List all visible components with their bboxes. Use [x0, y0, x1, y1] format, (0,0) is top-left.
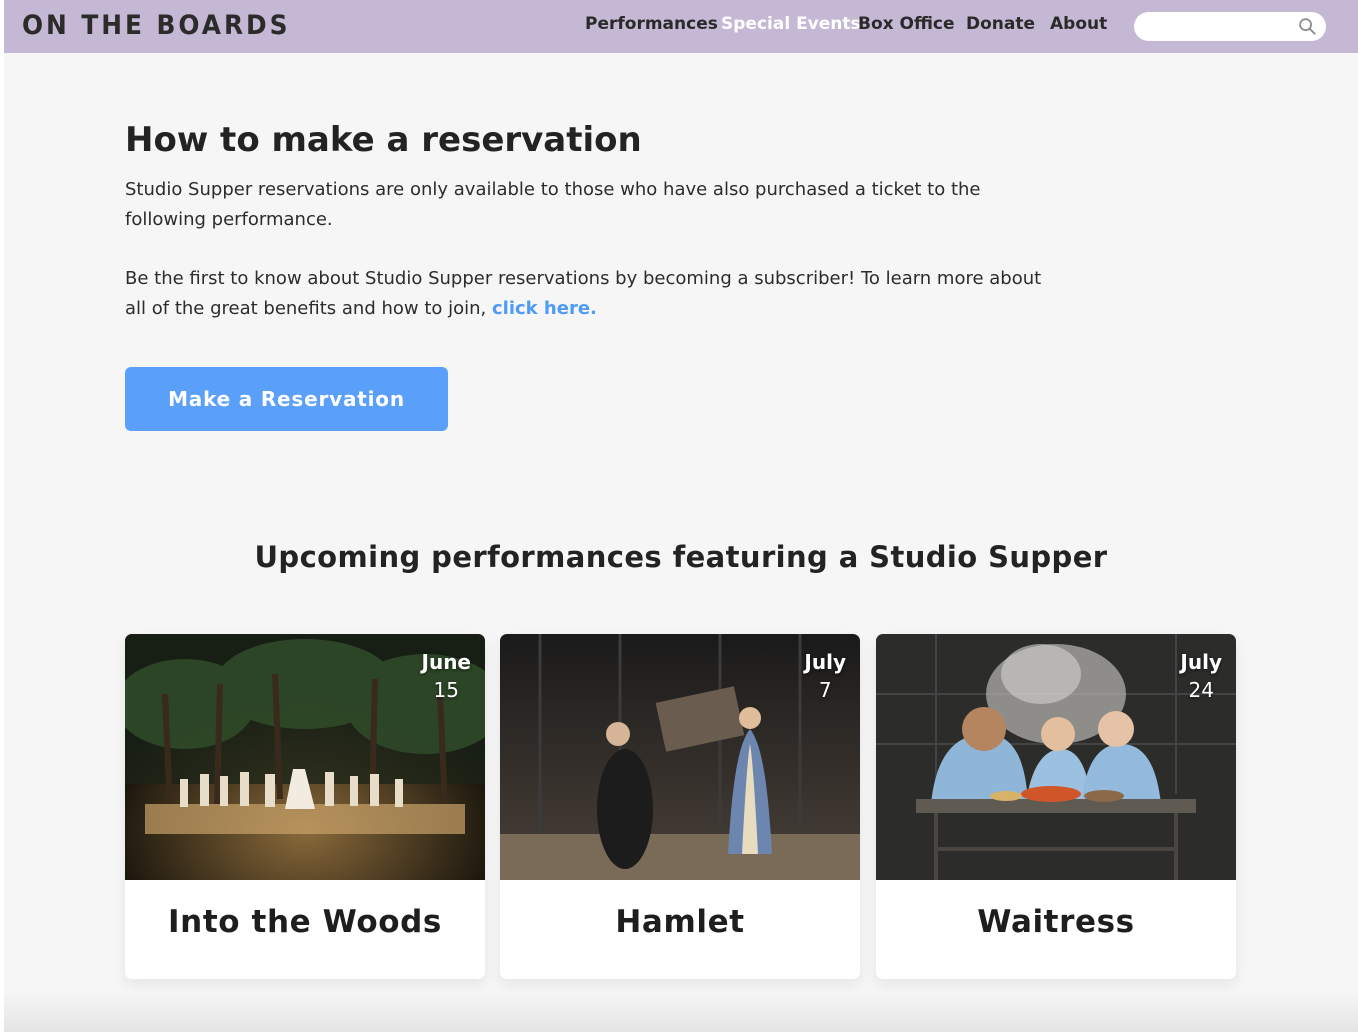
performance-card-waitress[interactable]: July 24 Waitress: [876, 634, 1236, 979]
performance-photo: July 24: [876, 634, 1236, 880]
search-box: [1134, 12, 1326, 41]
date-day: 24: [1188, 678, 1214, 702]
performance-date: July 7: [804, 650, 846, 702]
reservation-paragraph: Studio Supper reservations are only avai…: [125, 179, 981, 230]
nav-box-office[interactable]: Box Office: [858, 14, 955, 34]
make-reservation-button[interactable]: Make a Reservation: [125, 367, 448, 431]
search-input[interactable]: [1146, 17, 1296, 36]
performance-date: July 24: [1180, 650, 1222, 702]
nav-performances[interactable]: Performances: [585, 14, 718, 34]
date-month: July: [804, 650, 846, 674]
nav-about[interactable]: About: [1050, 14, 1107, 34]
performance-title: Into the Woods: [168, 904, 442, 940]
performance-date: June 15: [422, 650, 471, 702]
date-month: July: [1180, 650, 1222, 674]
performance-card-hamlet[interactable]: July 7 Hamlet: [500, 634, 860, 979]
site-logo[interactable]: ON THE BOARDS: [22, 10, 290, 41]
subscriber-paragraph: Be the first to know about Studio Supper…: [125, 264, 1045, 324]
performance-card-into-the-woods[interactable]: June 15 Into the Woods: [125, 634, 485, 979]
date-day: 7: [818, 678, 832, 702]
nav-special-events[interactable]: Special Events: [721, 14, 861, 34]
nav-donate[interactable]: Donate: [966, 14, 1035, 34]
search-icon[interactable]: [1298, 17, 1317, 36]
site-header: ON THE BOARDS Performances Special Event…: [4, 0, 1358, 53]
upcoming-heading: Upcoming performances featuring a Studio…: [254, 540, 1108, 574]
performance-photo: July 7: [500, 634, 860, 880]
performance-title: Waitress: [977, 904, 1135, 940]
date-day: 15: [433, 678, 459, 702]
page-title: How to make a reservation: [125, 120, 642, 160]
date-month: June: [421, 650, 471, 674]
performance-photo: June 15: [125, 634, 485, 880]
page: ON THE BOARDS Performances Special Event…: [4, 0, 1358, 1032]
performance-title: Hamlet: [615, 904, 745, 940]
click-here-link[interactable]: click here.: [492, 298, 597, 319]
